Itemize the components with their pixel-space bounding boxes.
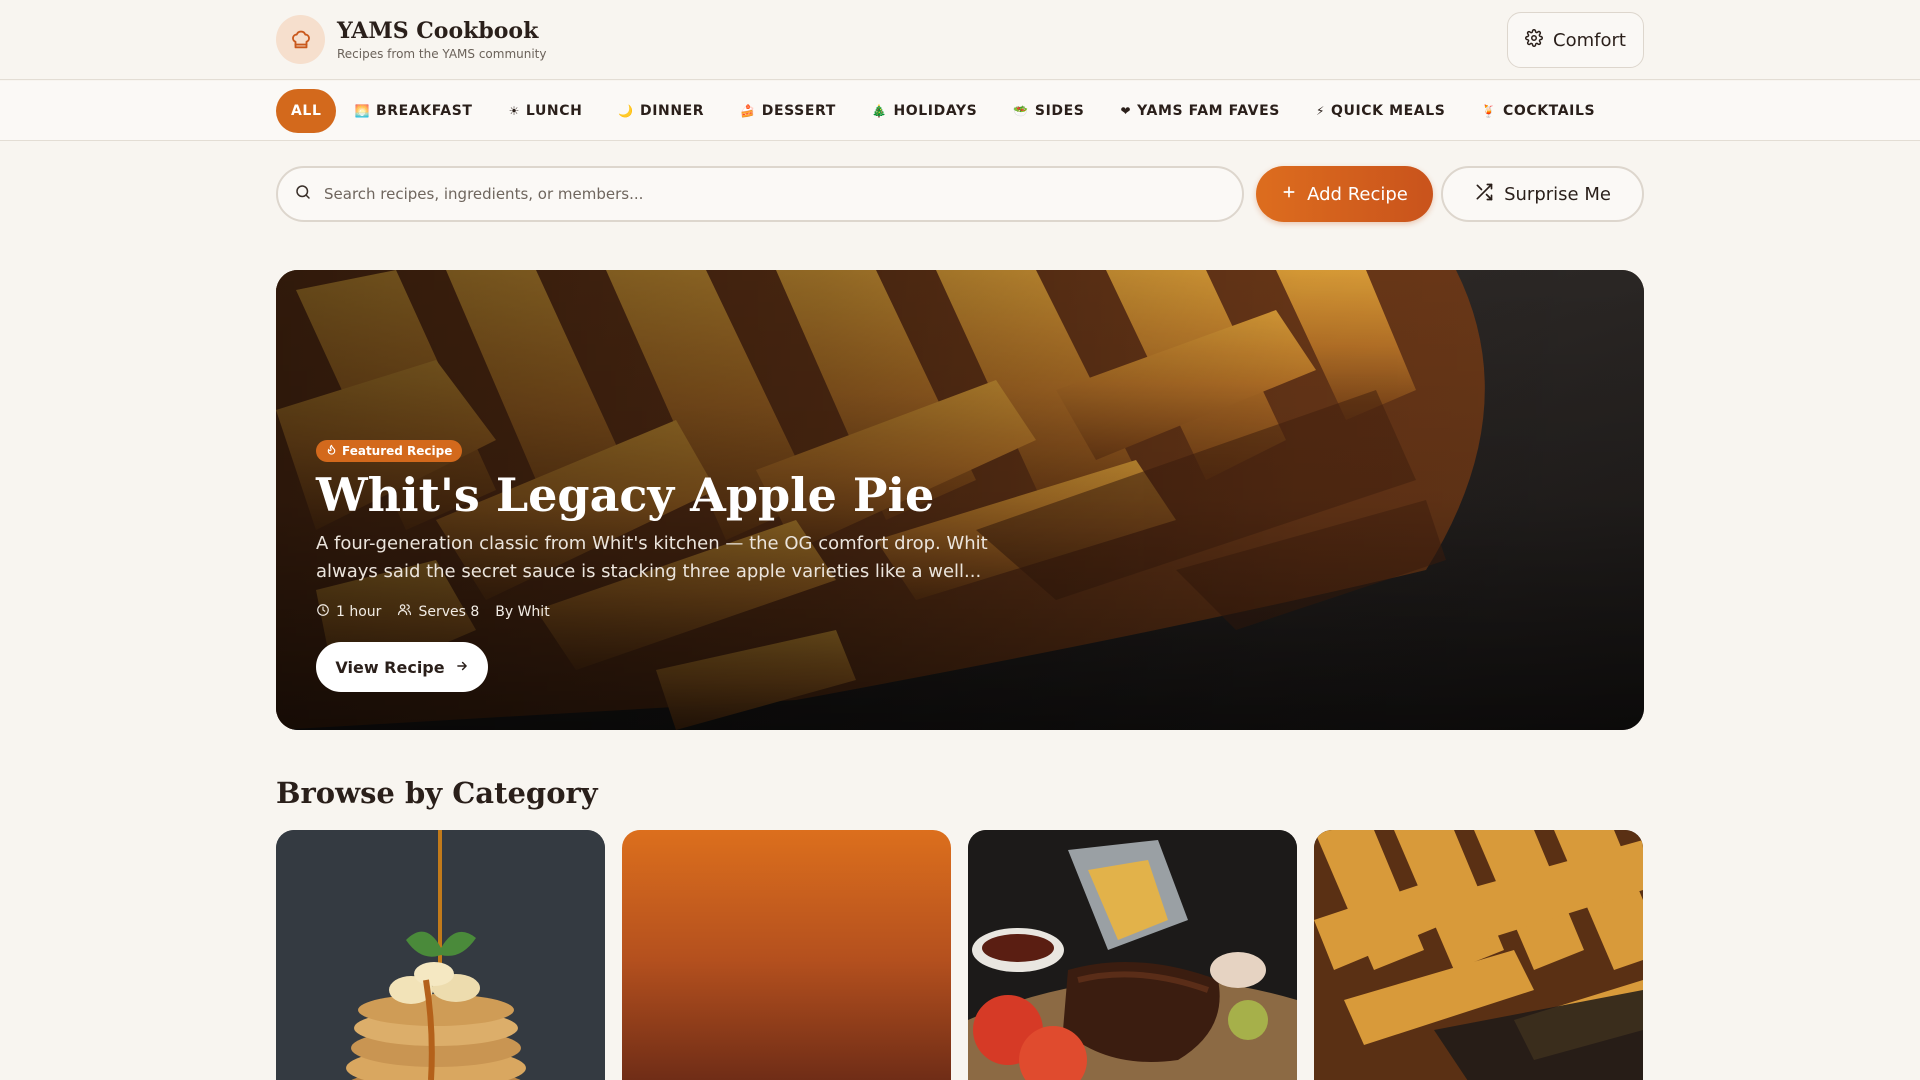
nav-emoji-icon: 🎄 — [871, 104, 888, 118]
featured-recipe-hero[interactable]: Featured Recipe Whit's Legacy Apple Pie … — [276, 270, 1644, 730]
ribs-image — [968, 830, 1297, 1080]
view-recipe-button[interactable]: View Recipe — [316, 642, 488, 692]
surprise-me-button[interactable]: Surprise Me — [1441, 166, 1644, 222]
top-header: YAMS Cookbook Recipes from the YAMS comm… — [0, 0, 1920, 80]
hero-meta: 1 hour Serves 8 By Whit — [316, 602, 550, 621]
nav-emoji-icon: 🌙 — [618, 104, 634, 118]
nav-tab-label: BREAKFAST — [376, 103, 473, 119]
theme-label: Comfort — [1553, 29, 1626, 51]
nav-tab-sides[interactable]: 🥗 SIDES — [995, 89, 1102, 133]
theme-button[interactable]: Comfort — [1507, 12, 1644, 68]
category-card-dessert[interactable] — [1314, 830, 1643, 1080]
app-title: YAMS Cookbook — [337, 18, 539, 44]
nav-tab-all[interactable]: ALL — [276, 89, 337, 133]
time-meta: 1 hour — [316, 603, 381, 621]
serves-value: Serves 8 — [418, 603, 480, 620]
add-recipe-label: Add Recipe — [1307, 183, 1408, 205]
pie-image — [1314, 830, 1643, 1080]
hero-description: A four-generation classic from Whit's ki… — [316, 533, 988, 582]
flame-icon — [326, 444, 337, 458]
serves-meta: Serves 8 — [397, 602, 479, 621]
search-input[interactable] — [324, 185, 1204, 203]
view-recipe-label: View Recipe — [335, 657, 445, 677]
featured-badge-label: Featured Recipe — [342, 444, 453, 458]
hero-title: Whit's Legacy Apple Pie — [316, 468, 935, 522]
pancakes-image — [276, 830, 605, 1080]
nav-emoji-icon: 🍰 — [740, 104, 756, 118]
app-subtitle: Recipes from the YAMS community — [337, 47, 547, 61]
add-recipe-button[interactable]: Add Recipe — [1256, 166, 1433, 222]
nav-emoji-icon: ❤ — [1120, 104, 1132, 118]
category-card-breakfast[interactable] — [276, 830, 605, 1080]
nav-tab-label: QUICK MEALS — [1331, 103, 1446, 119]
nav-tab-quick-meals[interactable]: ⚡ QUICK MEALS — [1298, 89, 1463, 133]
category-nav: ALL 🌅 BREAKFAST ☀ LUNCH 🌙 DINNER 🍰 DESSERT 🎄 HOLID… — [0, 81, 1920, 141]
nav-tab-lunch[interactable]: ☀ LUNCH — [491, 89, 601, 133]
category-card-lunch[interactable] — [622, 830, 951, 1080]
nav-tab-cocktails[interactable]: 🍹 COCKTAILS — [1463, 89, 1613, 133]
nav-tab-dinner[interactable]: 🌙 DINNER — [600, 89, 722, 133]
nav-emoji-icon: 🍹 — [1481, 104, 1497, 118]
nav-tab-holidays[interactable]: 🎄 HOLIDAYS — [854, 89, 995, 133]
search-bar[interactable] — [276, 166, 1244, 222]
time-value: 1 hour — [336, 603, 382, 620]
nav-tab-label: LUNCH — [525, 103, 583, 119]
nav-tab-yams-fam-faves[interactable]: ❤ YAMS FAM FAVES — [1102, 89, 1298, 133]
search-icon — [294, 183, 312, 205]
gear-icon — [1525, 28, 1543, 52]
arrow-right-icon — [455, 658, 469, 677]
nav-emoji-icon: ⚡ — [1315, 104, 1325, 118]
chef-hat-icon — [276, 15, 325, 64]
nav-tab-label: ALL — [291, 103, 322, 119]
nav-tab-dessert[interactable]: 🍰 DESSERT — [722, 89, 854, 133]
nav-emoji-icon: 🌅 — [354, 104, 371, 118]
users-icon — [397, 602, 412, 621]
plus-icon — [1281, 184, 1297, 205]
surprise-me-label: Surprise Me — [1504, 183, 1611, 205]
nav-tab-label: YAMS FAM FAVES — [1137, 103, 1280, 119]
clock-icon — [316, 603, 330, 621]
nav-tab-label: SIDES — [1034, 103, 1085, 119]
category-cards — [276, 830, 1643, 1080]
browse-title: Browse by Category — [276, 776, 598, 810]
nav-emoji-icon: 🥗 — [1013, 104, 1029, 118]
nav-tab-breakfast[interactable]: 🌅 BREAKFAST — [336, 89, 490, 133]
category-card-dinner[interactable] — [968, 830, 1297, 1080]
nav-tab-label: HOLIDAYS — [893, 103, 978, 119]
featured-badge: Featured Recipe — [316, 440, 463, 462]
nav-tab-label: DESSERT — [761, 103, 836, 119]
nav-tab-label: DINNER — [639, 103, 705, 119]
shuffle-icon — [1474, 182, 1494, 207]
brand[interactable]: YAMS Cookbook Recipes from the YAMS comm… — [276, 15, 547, 64]
nav-emoji-icon: ☀ — [508, 104, 520, 118]
nav-tab-label: COCKTAILS — [1502, 103, 1596, 119]
author-meta[interactable]: By Whit — [495, 604, 549, 620]
